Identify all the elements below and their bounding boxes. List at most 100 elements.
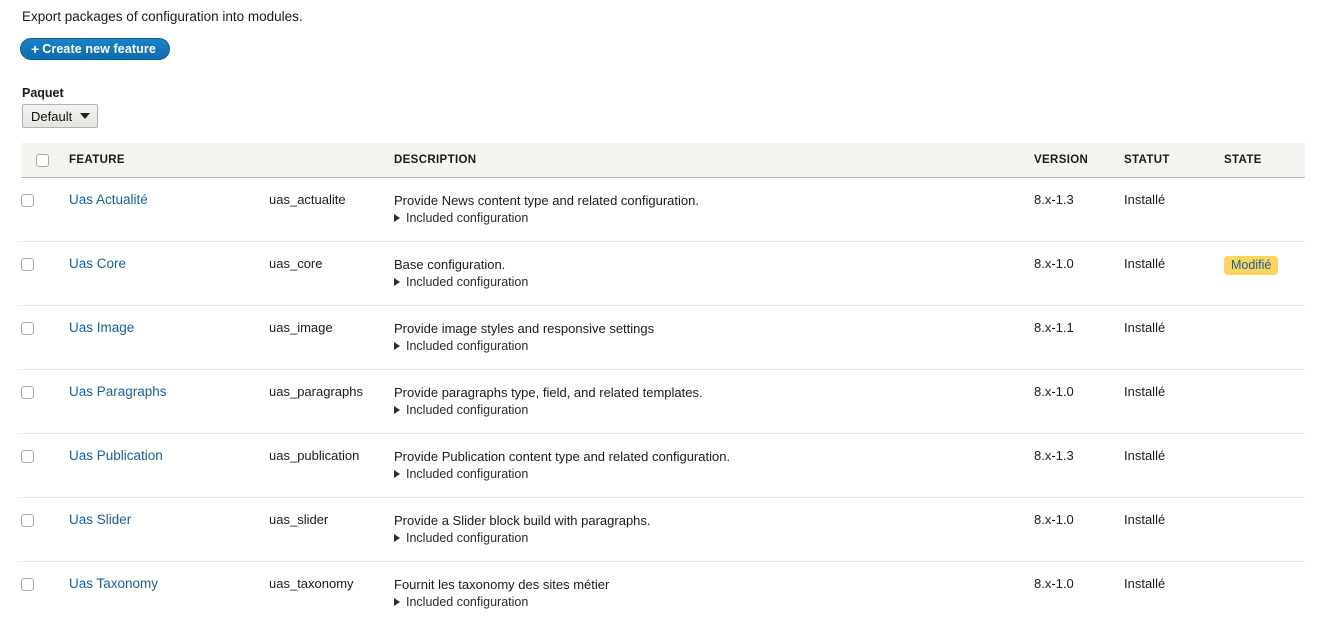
machine-name-cell: uas_image bbox=[269, 305, 394, 370]
state-cell bbox=[1224, 177, 1305, 242]
feature-link[interactable]: Uas Image bbox=[69, 320, 134, 335]
description-cell: Provide News content type and related co… bbox=[394, 177, 1034, 242]
row-checkbox-wrap bbox=[21, 576, 34, 591]
triangle-right-icon bbox=[394, 469, 400, 478]
row-checkbox-wrap bbox=[21, 256, 34, 271]
feature-link[interactable]: Uas Publication bbox=[69, 448, 163, 463]
statut-cell: Installé bbox=[1124, 305, 1224, 370]
select-all-checkbox[interactable] bbox=[36, 153, 49, 167]
row-checkbox[interactable] bbox=[21, 577, 34, 591]
machine-name-cell: uas_actualite bbox=[269, 177, 394, 242]
description-cell: Provide paragraphs type, field, and rela… bbox=[394, 369, 1034, 434]
statut-cell: Installé bbox=[1124, 433, 1224, 498]
machine-name: uas_publication bbox=[269, 447, 360, 463]
row-select-cell bbox=[21, 305, 69, 370]
statut-cell: Installé bbox=[1124, 561, 1224, 625]
included-configuration-toggle[interactable]: Included configuration bbox=[394, 211, 528, 225]
row-checkbox[interactable] bbox=[21, 449, 34, 463]
feature-name-cell: Uas Core bbox=[69, 241, 269, 306]
statut-cell: Installé bbox=[1124, 177, 1224, 242]
description-cell: Provide a Slider block build with paragr… bbox=[394, 497, 1034, 562]
statut-text: Installé bbox=[1124, 319, 1166, 335]
features-export-page: Export packages of configuration into mo… bbox=[0, 0, 1323, 618]
statut-cell: Installé bbox=[1124, 497, 1224, 562]
header-feature[interactable]: FEATURE bbox=[69, 143, 269, 178]
included-configuration-toggle[interactable]: Included configuration bbox=[394, 339, 528, 353]
feature-link[interactable]: Uas Paragraphs bbox=[69, 384, 167, 399]
state-cell: Modifié bbox=[1224, 241, 1305, 306]
row-checkbox[interactable] bbox=[21, 513, 34, 527]
row-select-cell bbox=[21, 369, 69, 434]
included-configuration-toggle[interactable]: Included configuration bbox=[394, 595, 528, 609]
version-text: 8.x-1.0 bbox=[1034, 575, 1074, 591]
machine-name: uas_core bbox=[269, 255, 323, 271]
version-text: 8.x-1.1 bbox=[1034, 319, 1074, 335]
machine-name: uas_taxonomy bbox=[269, 575, 354, 591]
feature-name-cell: Uas Image bbox=[69, 305, 269, 370]
header-statut[interactable]: STATUT bbox=[1124, 143, 1224, 178]
create-new-feature-label: Create new feature bbox=[42, 42, 156, 56]
row-checkbox[interactable] bbox=[21, 321, 34, 335]
included-configuration-label: Included configuration bbox=[406, 338, 529, 353]
header-state[interactable]: STATE bbox=[1224, 143, 1305, 178]
included-configuration-label: Included configuration bbox=[406, 274, 529, 289]
feature-link[interactable]: Uas Core bbox=[69, 256, 126, 271]
machine-name: uas_image bbox=[269, 319, 333, 335]
header-machine-name bbox=[269, 143, 394, 178]
features-table-body: Uas Actualité uas_actualite Provide News c… bbox=[21, 177, 1305, 625]
included-configuration-toggle[interactable]: Included configuration bbox=[394, 403, 528, 417]
included-configuration-toggle[interactable]: Included configuration bbox=[394, 531, 528, 545]
description-cell: Provide Publication content type and rel… bbox=[394, 433, 1034, 498]
table-row: Uas Actualité uas_actualite Provide News c… bbox=[21, 177, 1305, 242]
statut-text: Installé bbox=[1124, 383, 1166, 399]
feature-name-cell: Uas Slider bbox=[69, 497, 269, 562]
included-configuration-label: Included configuration bbox=[406, 594, 529, 609]
included-configuration-label: Included configuration bbox=[406, 530, 529, 545]
version-cell: 8.x-1.0 bbox=[1034, 369, 1124, 434]
table-row: Uas Core uas_core Base configuration. Inclu… bbox=[21, 241, 1305, 306]
triangle-right-icon bbox=[394, 533, 400, 542]
header-version[interactable]: VERSION bbox=[1034, 143, 1124, 178]
feature-name-cell: Uas Actualité bbox=[69, 177, 269, 242]
row-checkbox-wrap bbox=[21, 384, 34, 399]
header-description[interactable]: DESCRIPTION bbox=[394, 143, 1034, 178]
feature-link[interactable]: Uas Slider bbox=[69, 512, 131, 527]
included-configuration-toggle[interactable]: Included configuration bbox=[394, 275, 528, 289]
row-checkbox-wrap bbox=[21, 320, 34, 335]
machine-name-cell: uas_core bbox=[269, 241, 394, 306]
description-cell: Provide image styles and responsive sett… bbox=[394, 305, 1034, 370]
features-table-header: FEATURE DESCRIPTION VERSION STATUT STATE bbox=[21, 143, 1305, 178]
header-select-all bbox=[21, 143, 69, 178]
machine-name-cell: uas_taxonomy bbox=[269, 561, 394, 625]
feature-link[interactable]: Uas Actualité bbox=[69, 192, 148, 207]
statut-cell: Installé bbox=[1124, 369, 1224, 434]
included-configuration-toggle[interactable]: Included configuration bbox=[394, 467, 528, 481]
row-checkbox[interactable] bbox=[21, 193, 34, 207]
feature-name-cell: Uas Publication bbox=[69, 433, 269, 498]
row-checkbox[interactable] bbox=[21, 385, 34, 399]
feature-link[interactable]: Uas Taxonomy bbox=[69, 576, 158, 591]
machine-name-cell: uas_slider bbox=[269, 497, 394, 562]
row-checkbox[interactable] bbox=[21, 257, 34, 271]
table-header-row: FEATURE DESCRIPTION VERSION STATUT STATE bbox=[21, 143, 1305, 178]
version-text: 8.x-1.3 bbox=[1034, 447, 1074, 463]
included-configuration-label: Included configuration bbox=[406, 466, 529, 481]
description-text: Base configuration. bbox=[394, 256, 506, 272]
chevron-down-icon bbox=[80, 113, 91, 119]
table-row: Uas Taxonomy uas_taxonomy Fournit les taxo… bbox=[21, 561, 1305, 625]
row-checkbox-wrap bbox=[21, 448, 34, 463]
package-select[interactable]: Default bbox=[22, 104, 99, 128]
triangle-right-icon bbox=[394, 277, 400, 286]
row-select-cell bbox=[21, 497, 69, 562]
version-text: 8.x-1.0 bbox=[1034, 255, 1074, 271]
state-cell bbox=[1224, 369, 1305, 434]
plus-icon: + bbox=[31, 40, 40, 57]
machine-name: uas_paragraphs bbox=[269, 383, 363, 399]
version-cell: 8.x-1.3 bbox=[1034, 177, 1124, 242]
description-text: Provide a Slider block build with paragr… bbox=[394, 512, 651, 528]
create-new-feature-button[interactable]: + Create new feature bbox=[20, 38, 170, 60]
feature-name-cell: Uas Paragraphs bbox=[69, 369, 269, 434]
version-text: 8.x-1.0 bbox=[1034, 383, 1074, 399]
version-cell: 8.x-1.0 bbox=[1034, 497, 1124, 562]
page-intro-text: Export packages of configuration into mo… bbox=[22, 9, 303, 24]
